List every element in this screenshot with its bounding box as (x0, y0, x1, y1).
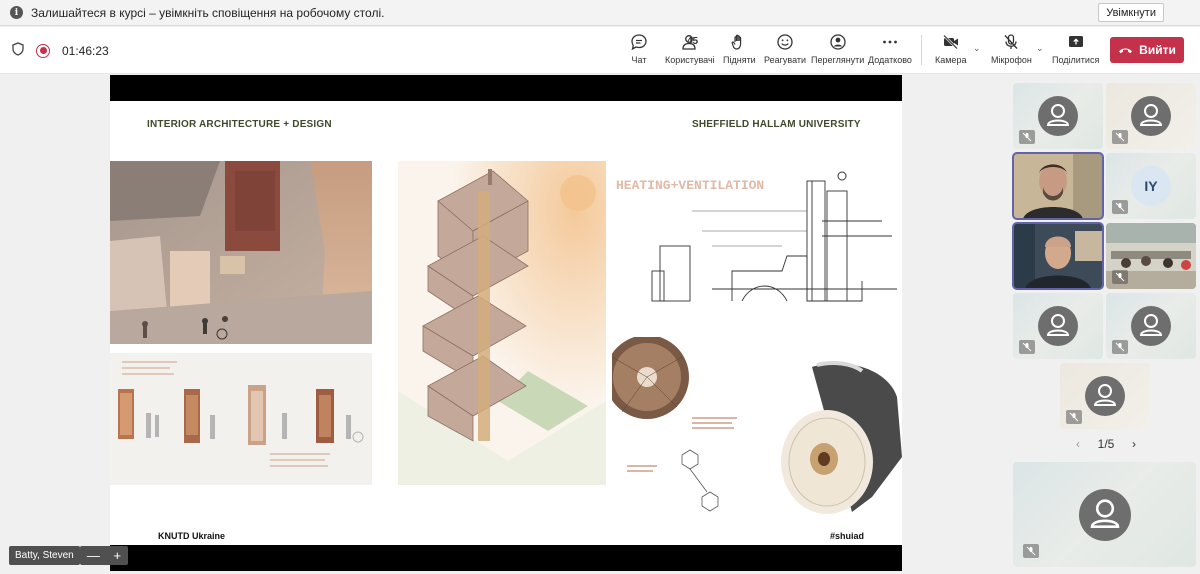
totem-sculptures-image (110, 353, 372, 485)
raise-hand-button[interactable]: Підняти (723, 33, 756, 65)
notification-bar: i Залишайтеся в курсі – увімкніть сповіщ… (0, 0, 1200, 26)
presenter-name-tag: Batty, Steven (9, 546, 80, 565)
view-icon (830, 34, 846, 50)
chat-icon (631, 34, 647, 51)
slide-header-left: INTERIOR ARCHITECTURE + DESIGN (147, 119, 332, 130)
more-icon (883, 40, 897, 44)
leave-button[interactable]: Вийти (1110, 37, 1184, 63)
avatar (1078, 488, 1131, 541)
avatar (1131, 306, 1171, 346)
participant-video-tile[interactable] (1012, 222, 1104, 290)
mic-off-icon (1112, 200, 1128, 214)
share-icon (1068, 36, 1083, 47)
axonometric-tower-image (398, 161, 606, 485)
avatar (1131, 96, 1171, 136)
shield-icon (12, 42, 24, 59)
mic-off-icon (1066, 410, 1082, 424)
hang-up-icon (1119, 48, 1133, 54)
mic-off-icon (1023, 544, 1039, 558)
participant-video-tile[interactable] (1012, 152, 1104, 220)
slide-footer-left: KNUTD Ukraine (158, 531, 226, 541)
participant-tile[interactable]: IY (1106, 153, 1196, 219)
chat-label: Чат (631, 55, 647, 65)
raise-hand-label: Підняти (723, 55, 756, 65)
next-page-chevron-right-icon[interactable]: › (1132, 437, 1136, 451)
chat-button[interactable]: Чат (630, 33, 648, 65)
previous-page-chevron-left-icon[interactable]: ‹ (1076, 437, 1080, 451)
camera-off-icon (942, 34, 958, 50)
participant-pager: ‹ 1/5 › (1076, 437, 1136, 451)
recording-icon (36, 43, 50, 58)
smile-icon (777, 34, 793, 50)
slide-header-right: SHEFFIELD HALLAM UNIVERSITY (692, 119, 861, 130)
participant-video-tile[interactable] (1106, 223, 1196, 289)
board-title: HEATING+VENTILATION (616, 178, 764, 193)
camera-options-chevron-down-icon[interactable]: ⌄ (973, 43, 981, 54)
avatar (1038, 96, 1078, 136)
participant-tile[interactable] (1013, 83, 1103, 149)
camera-button[interactable]: Камера (935, 33, 966, 65)
shared-screen: INTERIOR ARCHITECTURE + DESIGN SHEFFIELD… (110, 75, 902, 571)
raise-hand-icon (731, 34, 742, 50)
leave-label: Вийти (1139, 43, 1176, 57)
zoom-in-button[interactable]: + (114, 548, 122, 563)
toolbar-divider (921, 35, 922, 65)
letterbox-bottom (110, 545, 902, 571)
mic-options-chevron-down-icon[interactable]: ⌄ (1036, 43, 1044, 54)
people-label: Користувачі (665, 55, 715, 65)
meeting-timer: 01:46:23 (62, 43, 109, 58)
avatar (1085, 376, 1125, 416)
page-indicator: 1/5 (1097, 437, 1115, 451)
react-label: Реагувати (764, 55, 807, 65)
zoom-controls: — + (80, 546, 128, 565)
avatar (1038, 306, 1078, 346)
participant-tile[interactable] (1106, 83, 1196, 149)
more-label: Додатково (868, 55, 912, 65)
react-button[interactable]: Реагувати (764, 33, 806, 65)
self-view-tile[interactable] (1013, 462, 1196, 567)
share-label: Поділитися (1052, 55, 1100, 65)
view-label: Переглянути (811, 55, 865, 65)
heating-ventilation-drawing: HEATING+VENTILATION (612, 161, 902, 331)
mic-label: Мікрофон (991, 55, 1032, 65)
zoom-out-button[interactable]: — (87, 548, 100, 563)
camera-label: Камера (935, 55, 967, 65)
enable-notifications-button[interactable]: Увімкнути (1098, 3, 1164, 22)
participant-video (1013, 153, 1103, 219)
participant-video (1013, 223, 1103, 289)
share-button[interactable]: Поділитися (1052, 33, 1099, 65)
avatar-initials: IY (1131, 166, 1171, 206)
participant-count: 45 (687, 36, 699, 47)
info-icon: i (10, 6, 23, 19)
view-button[interactable]: Переглянути (811, 33, 864, 65)
mic-off-icon (1112, 270, 1128, 284)
mic-off-icon (1019, 130, 1035, 144)
interior-render-image (110, 161, 372, 344)
mic-button[interactable]: Мікрофон (991, 33, 1032, 65)
participant-tile[interactable] (1060, 363, 1150, 429)
mic-off-icon (1019, 340, 1035, 354)
more-button[interactable]: Додатково (868, 33, 912, 65)
mic-off-icon (1112, 340, 1128, 354)
mycelium-materials-image (612, 337, 902, 527)
mic-off-icon (1112, 130, 1128, 144)
participant-tile[interactable] (1013, 293, 1103, 359)
mic-off-icon (1004, 34, 1018, 49)
participant-tile[interactable] (1106, 293, 1196, 359)
letterbox-top (110, 75, 902, 101)
people-button[interactable]: 45 Користувачі (665, 33, 715, 65)
slide-footer-right: #shuiad (830, 531, 865, 541)
meeting-toolbar: 01:46:23 Чат 45 Користувачі Підняти Реаг… (0, 27, 1200, 74)
notification-text: Залишайтеся в курсі – увімкніть сповіщен… (31, 5, 385, 20)
